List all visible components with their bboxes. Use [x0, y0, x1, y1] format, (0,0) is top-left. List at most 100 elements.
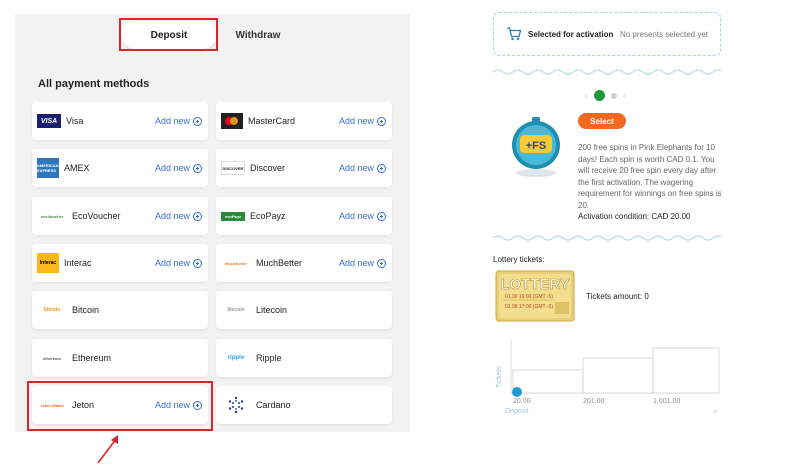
section-title: All payment methods: [38, 78, 150, 90]
payment-panel: Deposit Withdraw All payment methods VIS…: [15, 14, 410, 432]
method-name: MuchBetter: [256, 258, 303, 268]
lottery-step-chart: Tickets 20.00 201.00 1,001.00 Deposit ∞: [496, 340, 720, 415]
method-mastercard[interactable]: MasterCard Add new: [216, 102, 392, 140]
tickets-amount: Tickets amount: 0: [586, 292, 649, 301]
method-ethereum[interactable]: ethereum Ethereum: [32, 339, 208, 377]
promo-description: 200 free spins in Pink Elephants for 10 …: [578, 143, 722, 210]
page: Deposit Withdraw All payment methods VIS…: [0, 0, 800, 473]
lottery-ticket-icon: LOTTERY 01.30 19:00 (GMT -5) 02.08 17:00…: [495, 270, 575, 322]
select-button[interactable]: Select: [578, 113, 626, 129]
method-ecovoucher[interactable]: ecoVoucher EcoVoucher Add new: [32, 197, 208, 235]
discover-logo: DISCOVER: [221, 161, 245, 175]
activation-condition: Activation condition: CAD 20.00: [578, 212, 691, 221]
chart-x-label: Deposit: [505, 408, 529, 415]
cardano-logo: [221, 395, 251, 415]
plus-circle-icon: [193, 211, 202, 221]
tick-label: 201.00: [583, 398, 605, 405]
add-new-button[interactable]: Add new: [339, 163, 386, 173]
infinity-icon: ∞: [713, 409, 717, 415]
method-name: Discover: [250, 163, 286, 173]
method-name: AMEX: [64, 163, 90, 173]
chevron-left-icon[interactable]: ‹: [585, 91, 588, 100]
add-new-label: Add new: [154, 211, 190, 221]
lottery-title: Lottery tickets:: [493, 255, 545, 264]
method-interac[interactable]: Interac Interac Add new: [32, 244, 208, 282]
add-new-button[interactable]: Add new: [339, 211, 386, 221]
carousel-dot[interactable]: [610, 92, 617, 99]
ethereum-logo: ethereum: [42, 355, 61, 361]
plus-circle-icon: [377, 116, 386, 126]
step-bar-3: [652, 347, 720, 394]
add-new-label: Add new: [154, 258, 190, 268]
method-amex[interactable]: AMERICAN EXPRESS AMEX Add new: [32, 149, 208, 187]
muchbetter-logo: MuchBetter: [224, 260, 247, 266]
plus-circle-icon: [193, 116, 202, 126]
lottery-date-2: 02.08 17:00 (GMT -5): [505, 304, 553, 310]
add-new-button[interactable]: Add new: [339, 116, 386, 126]
method-name: MasterCard: [248, 116, 296, 126]
amex-logo: AMERICAN EXPRESS: [37, 158, 59, 178]
method-cardano[interactable]: Cardano: [216, 386, 392, 424]
add-new-label: Add new: [154, 163, 190, 173]
bitcoin-logo: bitcoin: [43, 307, 61, 313]
add-new-button[interactable]: Add new: [155, 116, 202, 126]
selection-status: No presents selected yet: [619, 29, 708, 39]
ripple-logo: ripple: [227, 355, 245, 361]
add-new-button[interactable]: Add new: [155, 163, 202, 173]
method-visa[interactable]: VISA Visa Add new: [32, 102, 208, 140]
tab-bar: Deposit Withdraw: [15, 14, 410, 54]
method-name: Interac: [64, 258, 92, 268]
tab-withdraw[interactable]: Withdraw: [225, 21, 291, 49]
free-spins-badge-text: +FS: [526, 140, 546, 152]
add-new-label: Add new: [154, 116, 190, 126]
lottery-date-1: 01.30 19:00 (GMT -5): [505, 294, 553, 300]
promo-carousel-nav: ‹ ›: [585, 90, 625, 101]
cart-icon: [507, 27, 522, 41]
method-discover[interactable]: DISCOVER Discover Add new: [216, 149, 392, 187]
chevron-right-icon[interactable]: ›: [623, 91, 626, 100]
plus-circle-icon: [377, 258, 386, 268]
free-spins-icon: +FS: [512, 117, 560, 177]
plus-circle-icon: [193, 258, 202, 268]
deposit-highlight-box: [119, 18, 218, 51]
tick-label: 20.00: [513, 398, 531, 405]
wave-divider: [493, 235, 721, 241]
carousel-dot-active[interactable]: [593, 90, 605, 101]
mastercard-logo: [221, 113, 243, 129]
add-new-label: Add new: [338, 163, 374, 173]
add-new-button[interactable]: Add new: [155, 211, 202, 221]
method-bitcoin[interactable]: bitcoin Bitcoin: [32, 291, 208, 329]
add-new-label: Add new: [338, 211, 374, 221]
method-muchbetter[interactable]: MuchBetter MuchBetter Add new: [216, 244, 392, 282]
method-name: EcoVoucher: [72, 211, 121, 221]
plus-circle-icon: [377, 211, 386, 221]
method-name: Litecoin: [256, 305, 288, 315]
add-new-label: Add new: [338, 258, 374, 268]
chart-y-label: Tickets: [496, 366, 503, 388]
method-name: Bitcoin: [72, 305, 100, 315]
current-deposit-marker: [512, 387, 522, 397]
add-new-button[interactable]: Add new: [339, 258, 386, 268]
method-litecoin[interactable]: litecoin Litecoin: [216, 291, 392, 329]
step-bar-2: [582, 357, 654, 394]
tick-label: 1,001.00: [653, 398, 680, 405]
selection-box: Selected for activation No presents sele…: [493, 12, 721, 56]
method-name: EcoPayz: [250, 211, 286, 221]
method-name: Cardano: [256, 400, 291, 410]
plus-circle-icon: [377, 163, 386, 173]
ecopayz-logo: ecoPayz: [221, 211, 245, 221]
wave-divider: [493, 69, 721, 75]
method-ripple[interactable]: ripple Ripple: [216, 339, 392, 377]
add-new-label: Add new: [338, 116, 374, 126]
selection-label: Selected for activation: [528, 29, 614, 39]
method-name: Ripple: [256, 353, 282, 363]
ecovoucher-logo: ecoVoucher: [40, 213, 64, 219]
jeton-highlight-box: [27, 381, 213, 431]
interac-logo: Interac: [37, 253, 59, 273]
step-bar-1: [512, 369, 584, 394]
method-name: Visa: [66, 116, 84, 126]
add-new-button[interactable]: Add new: [155, 258, 202, 268]
method-name: Ethereum: [72, 353, 112, 363]
method-ecopayz[interactable]: ecoPayz EcoPayz Add new: [216, 197, 392, 235]
annotation-arrow-icon: [97, 435, 118, 464]
